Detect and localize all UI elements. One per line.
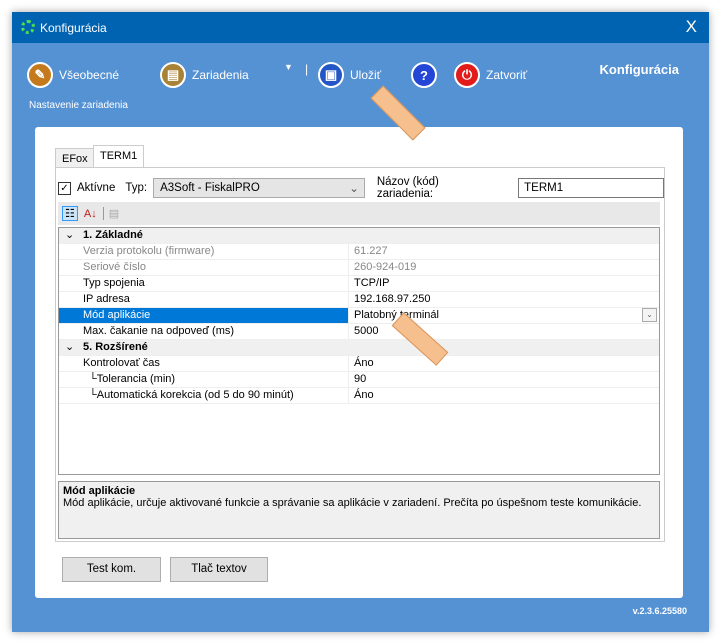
active-checkbox[interactable]: ✓ bbox=[58, 181, 71, 195]
category-label: 1. Základné bbox=[83, 229, 143, 241]
general-label: Všeobecné bbox=[59, 68, 120, 82]
subtitle: Nastavenie zariadenia bbox=[29, 100, 128, 111]
property-value[interactable]: 192.168.97.250 bbox=[348, 292, 659, 307]
device-name-input[interactable]: TERM1 bbox=[518, 178, 664, 198]
app-logo-icon bbox=[21, 20, 35, 34]
devices-label: Zariadenia bbox=[192, 68, 249, 82]
chevron-down-icon: ⌄ bbox=[349, 183, 359, 195]
property-row[interactable]: └Automatická korekcia (od 5 do 90 minút)… bbox=[59, 388, 659, 404]
property-value[interactable]: 90 bbox=[348, 372, 659, 387]
general-button[interactable]: ✎ Všeobecné bbox=[27, 62, 119, 88]
property-value: 61.227 bbox=[348, 244, 659, 259]
categorized-icon[interactable]: ☷ bbox=[62, 206, 78, 221]
header-title: Konfigurácia bbox=[599, 62, 679, 77]
chevron-down-icon: ⌄ bbox=[65, 229, 75, 241]
sort-az-icon[interactable]: A↓ bbox=[84, 208, 97, 220]
property-row[interactable]: IP adresa 192.168.97.250 bbox=[59, 292, 659, 308]
property-name: Kontrolovať čas bbox=[59, 356, 348, 371]
property-value[interactable]: Áno bbox=[348, 388, 659, 403]
property-name: Mód aplikácie bbox=[59, 308, 348, 323]
wrench-icon: ✎ bbox=[27, 62, 53, 88]
tab-term1[interactable]: TERM1 bbox=[93, 145, 145, 168]
window-title: Konfigurácia bbox=[40, 21, 107, 35]
tab-efox[interactable]: EFox bbox=[55, 148, 95, 168]
tab-content: ✓ Aktívne Typ: A3Soft - FiskalPRO ⌄ Názov… bbox=[55, 167, 665, 542]
active-label: Aktívne bbox=[76, 182, 116, 194]
property-row[interactable]: Max. čakanie na odpoveď (ms) 5000 bbox=[59, 324, 659, 340]
type-label: Typ: bbox=[125, 182, 148, 194]
devices-button[interactable]: ▤ Zariadenia bbox=[160, 62, 249, 88]
property-grid: ⌄ 1. Základné Verzia protokolu (firmware)… bbox=[58, 227, 660, 475]
property-value: 260-924-019 bbox=[348, 260, 659, 275]
type-select[interactable]: A3Soft - FiskalPRO ⌄ bbox=[153, 178, 365, 198]
property-row[interactable]: Kontrolovať čas Áno bbox=[59, 356, 659, 372]
description-title: Mód aplikácie bbox=[63, 485, 136, 497]
property-row[interactable]: Typ spojenia TCP/IP bbox=[59, 276, 659, 292]
category-extended[interactable]: ⌄ 5. Rozšírené bbox=[59, 340, 659, 356]
devices-dropdown-icon[interactable]: ▼ bbox=[284, 62, 293, 72]
save-label: Uložiť bbox=[350, 68, 382, 82]
device-name-label: Názov (kód) zariadenia: bbox=[376, 176, 439, 200]
type-value: A3Soft - FiskalPRO bbox=[160, 182, 260, 194]
title-bar: Konfigurácia X bbox=[12, 12, 709, 43]
property-name: Seriové číslo bbox=[59, 260, 348, 275]
property-row[interactable]: Verzia protokolu (firmware) 61.227 bbox=[59, 244, 659, 260]
property-value[interactable]: TCP/IP bbox=[348, 276, 659, 291]
chevron-down-icon: ⌄ bbox=[65, 341, 75, 353]
property-name: IP adresa bbox=[59, 292, 348, 307]
property-name: Typ spojenia bbox=[59, 276, 348, 291]
device-panel: EFox TERM1 ✓ Aktívne Typ: A3Soft - Fiska… bbox=[35, 127, 683, 598]
save-button[interactable]: ▣ Uložiť bbox=[318, 62, 381, 88]
description-box: Mód aplikácie Mód aplikácie, určuje akti… bbox=[58, 481, 660, 539]
property-name: └Automatická korekcia (od 5 do 90 minút) bbox=[59, 388, 348, 403]
power-icon: ⏻ bbox=[454, 62, 480, 88]
version-label: v.2.3.6.25580 bbox=[632, 606, 687, 616]
test-communication-button[interactable]: Test kom. bbox=[62, 557, 161, 582]
print-texts-button[interactable]: Tlač textov bbox=[170, 557, 268, 582]
chevron-down-icon[interactable]: ⌄ bbox=[642, 308, 657, 322]
help-button[interactable]: ? bbox=[411, 62, 437, 88]
floppy-icon: ▣ bbox=[318, 62, 344, 88]
property-row[interactable]: Seriové číslo 260-924-019 bbox=[59, 260, 659, 276]
description-text: Mód aplikácie, určuje aktivované funkcie… bbox=[63, 497, 642, 509]
property-name: └Tolerancia (min) bbox=[59, 372, 348, 387]
printer-icon: ▤ bbox=[160, 62, 186, 88]
property-value[interactable]: Áno bbox=[348, 356, 659, 371]
property-row-selected[interactable]: Mód aplikácie Platobný terminál ⌄ bbox=[59, 308, 659, 324]
property-pages-icon[interactable]: ▤ bbox=[102, 207, 119, 220]
category-label: 5. Rozšírené bbox=[83, 341, 148, 353]
separator: | bbox=[305, 62, 309, 76]
close-label: Zatvoriť bbox=[486, 68, 528, 82]
property-toolbar: ☷ A↓ ▤ bbox=[58, 202, 660, 225]
close-window-button[interactable]: X bbox=[686, 17, 697, 37]
property-name: Verzia protokolu (firmware) bbox=[59, 244, 348, 259]
property-row[interactable]: └Tolerancia (min) 90 bbox=[59, 372, 659, 388]
property-name: Max. čakanie na odpoveď (ms) bbox=[59, 324, 348, 339]
close-button[interactable]: ⏻ Zatvoriť bbox=[454, 62, 527, 88]
config-window: Konfigurácia X ✎ Všeobecné ▤ Zariadenia ▼ … bbox=[12, 12, 709, 632]
help-icon: ? bbox=[411, 62, 437, 88]
category-basic[interactable]: ⌄ 1. Základné bbox=[59, 228, 659, 244]
